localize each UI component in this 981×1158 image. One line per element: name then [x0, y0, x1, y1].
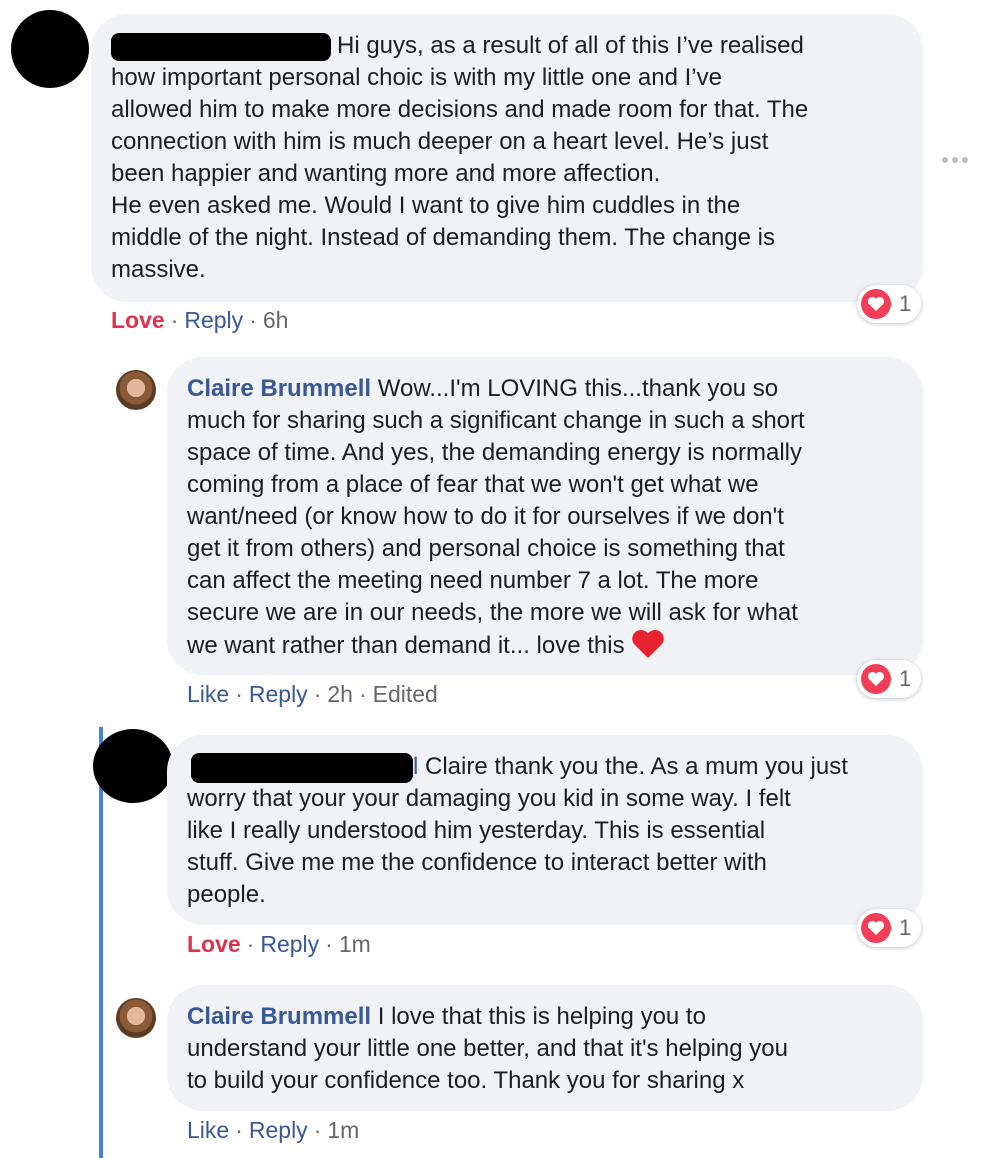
reply-actions: Like · Reply · 1m — [187, 1116, 359, 1144]
reaction-summary[interactable]: 1 — [857, 909, 922, 947]
timestamp[interactable]: 1m — [339, 931, 371, 957]
redacted-author-name[interactable] — [111, 32, 331, 61]
redacted-mention[interactable] — [191, 752, 413, 783]
reaction-count: 1 — [899, 291, 912, 316]
reply-button[interactable]: Reply — [249, 1117, 308, 1143]
reply-button[interactable]: Reply — [184, 307, 243, 333]
timestamp[interactable]: 1m — [327, 1117, 359, 1143]
thread-line — [99, 727, 103, 1158]
reply-bubble: Claire Brummell I love that this is help… — [167, 985, 923, 1111]
author-name[interactable]: Claire Brummell — [187, 375, 371, 402]
reply-text: Wow...I'm LOVING this...thank you so muc… — [187, 375, 805, 659]
heart-reaction-icon — [861, 913, 891, 943]
love-button[interactable]: Love — [111, 307, 165, 333]
more-options-icon[interactable] — [942, 157, 968, 163]
like-button[interactable]: Like — [187, 1117, 229, 1143]
reaction-summary[interactable]: 1 — [857, 660, 922, 698]
edited-label[interactable]: Edited — [373, 681, 438, 707]
love-button[interactable]: Love — [187, 931, 241, 957]
reaction-count: 1 — [899, 915, 912, 940]
comment-actions: Love · Reply · 6h — [111, 306, 288, 334]
reply-button[interactable]: Reply — [249, 681, 308, 707]
redacted-avatar[interactable] — [93, 729, 173, 803]
separator: · — [170, 307, 179, 333]
heart-reaction-icon — [861, 289, 891, 319]
author-name[interactable]: Claire Brummell — [187, 1003, 371, 1030]
reply-button[interactable]: Reply — [260, 931, 319, 957]
separator: · — [313, 1117, 322, 1143]
reply-actions: Love · Reply · 1m — [187, 930, 371, 958]
separator: · — [325, 931, 333, 957]
reaction-count: 1 — [899, 666, 912, 691]
heart-reaction-icon — [861, 664, 891, 694]
reply-actions: Like · Reply · 2h · Edited — [187, 680, 438, 708]
reply-bubble: Claire Brummell Wow...I'm LOVING this...… — [167, 357, 923, 675]
separator: · — [235, 681, 243, 707]
separator: · — [235, 1117, 243, 1143]
comment-text: Hi guys, as a result of all of this I’ve… — [111, 32, 809, 283]
separator: · — [313, 681, 322, 707]
timestamp[interactable]: 2h — [327, 681, 353, 707]
heart-emoji-icon — [631, 629, 665, 668]
comment-bubble: Hi guys, as a result of all of this I’ve… — [91, 14, 923, 302]
redacted-avatar[interactable] — [11, 10, 89, 88]
reaction-summary[interactable]: 1 — [857, 285, 922, 323]
separator: · — [249, 307, 257, 333]
avatar[interactable] — [116, 370, 156, 410]
avatar[interactable] — [116, 998, 156, 1038]
reply-bubble: l Claire thank you the. As a mum you jus… — [167, 735, 923, 925]
separator: · — [246, 931, 255, 957]
like-button[interactable]: Like — [187, 681, 229, 707]
separator: · — [358, 681, 367, 707]
timestamp[interactable]: 6h — [263, 307, 289, 333]
